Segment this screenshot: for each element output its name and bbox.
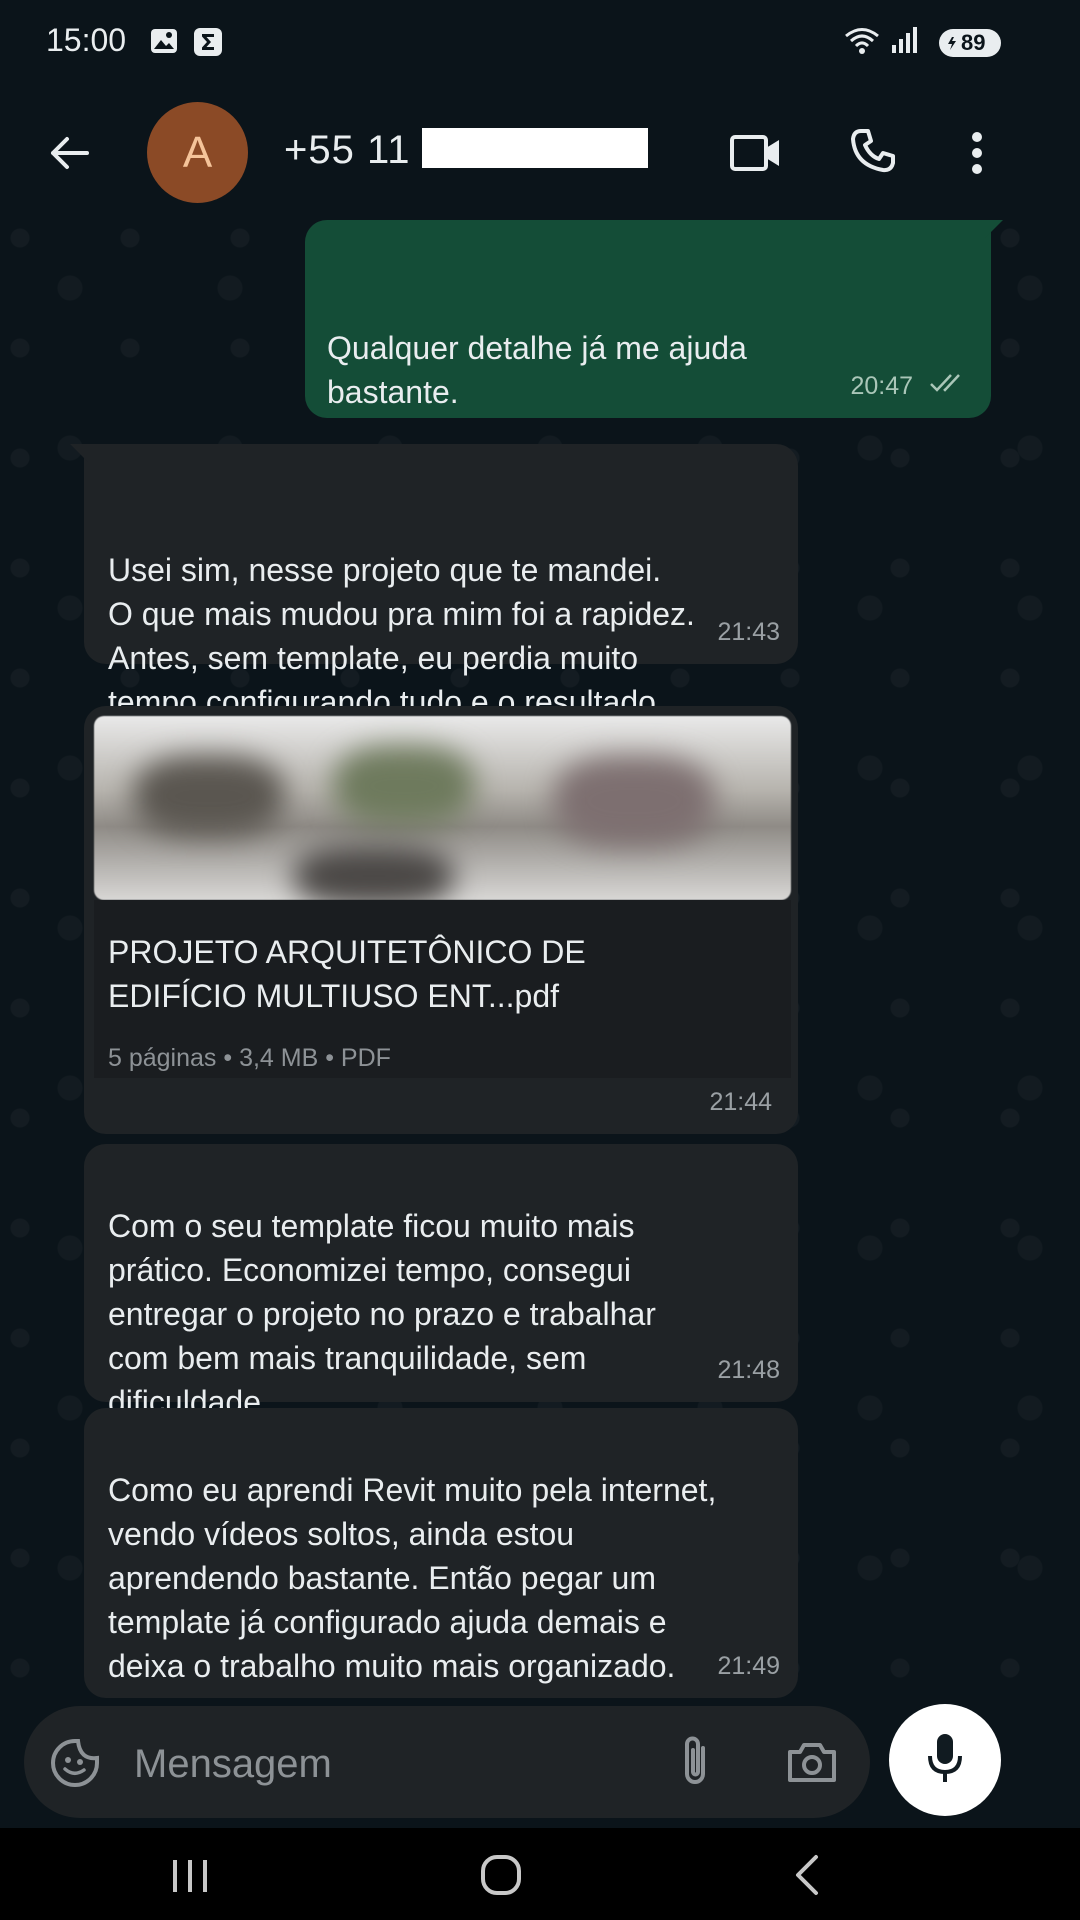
- message-incoming[interactable]: Como eu aprendi Revit muito pela interne…: [84, 1408, 798, 1698]
- bubble-tail: [985, 220, 1003, 238]
- message-text: Com o seu template ficou muito mais prát…: [108, 1208, 656, 1420]
- wifi-icon: [843, 25, 881, 62]
- bubble-tail: [70, 444, 88, 462]
- avatar-letter: A: [182, 127, 213, 177]
- document-info: PROJETO ARQUITETÔNICO DE EDIFÍCIO MULTIU…: [94, 900, 791, 1078]
- message-time: 20:47: [850, 372, 913, 400]
- sigma-icon: [193, 27, 223, 62]
- phone-icon[interactable]: [848, 126, 898, 176]
- message-time: 21:49: [717, 1652, 780, 1680]
- home-icon[interactable]: [480, 1854, 522, 1901]
- gallery-icon: [150, 27, 178, 60]
- message-outgoing[interactable]: Qualquer detalhe já me ajuda bastante. O…: [305, 220, 1003, 498]
- system-nav-bar: [0, 1828, 1080, 1920]
- message-text: Como eu aprendi Revit muito pela interne…: [108, 1472, 717, 1684]
- message-incoming[interactable]: Usei sim, nesse projeto que te mandei. O…: [70, 444, 798, 764]
- more-vert-icon[interactable]: [962, 126, 992, 180]
- video-call-icon[interactable]: [728, 128, 784, 178]
- battery-level: 89: [961, 30, 986, 55]
- status-time: 15:00: [46, 22, 127, 58]
- mic-button[interactable]: [889, 1704, 1001, 1816]
- chat-header: A +55 11: [0, 88, 1080, 218]
- redaction-box: [422, 128, 648, 168]
- read-ticks-icon: [929, 318, 969, 406]
- document-meta: 5 páginas • 3,4 MB • PDF: [108, 1044, 391, 1072]
- message-time: 21:48: [717, 1356, 780, 1384]
- message-composer[interactable]: Mensagem: [24, 1706, 870, 1818]
- camera-icon[interactable]: [786, 1740, 838, 1789]
- back-arrow-icon[interactable]: [44, 128, 94, 178]
- signal-icon: [890, 25, 920, 60]
- contact-name[interactable]: +55 11: [284, 128, 411, 173]
- attach-icon[interactable]: [678, 1734, 712, 1795]
- status-bar: 15:00 89: [0, 0, 1080, 88]
- message-time: 21:43: [717, 618, 780, 646]
- document-filename: PROJETO ARQUITETÔNICO DE EDIFÍCIO MULTIU…: [108, 934, 586, 1014]
- avatar[interactable]: A: [147, 102, 248, 203]
- sticker-icon[interactable]: [50, 1738, 100, 1793]
- mic-icon: [925, 1732, 965, 1789]
- message-document[interactable]: PROJETO ARQUITETÔNICO DE EDIFÍCIO MULTIU…: [84, 706, 798, 1134]
- message-incoming[interactable]: Com o seu template ficou muito mais prát…: [84, 1144, 798, 1420]
- back-nav-icon[interactable]: [792, 1854, 822, 1901]
- recents-icon[interactable]: [170, 1858, 210, 1899]
- message-input[interactable]: Mensagem: [134, 1742, 332, 1787]
- message-time: 21:44: [709, 1088, 772, 1116]
- document-thumbnail[interactable]: [94, 716, 791, 900]
- chat-area[interactable]: Qualquer detalhe já me ajuda bastante. O…: [0, 218, 1080, 1706]
